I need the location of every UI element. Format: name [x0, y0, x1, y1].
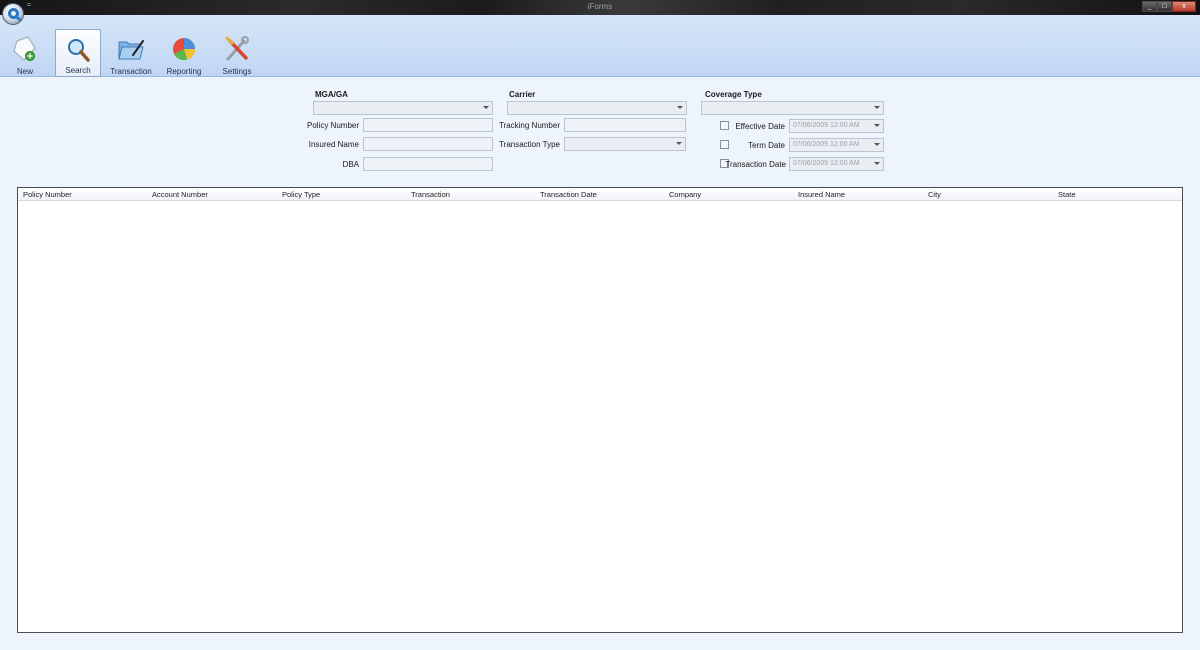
column-header-insured-name[interactable]: Insured Name [798, 190, 845, 199]
maximize-button[interactable]: □ [1157, 1, 1172, 12]
carrier-select[interactable] [507, 101, 687, 115]
chevron-down-icon [874, 143, 880, 146]
close-button[interactable]: x [1172, 1, 1196, 12]
pie-chart-icon [173, 38, 196, 61]
minimize-button[interactable]: _ [1142, 1, 1157, 12]
dba-input[interactable] [363, 157, 493, 171]
transaction-button[interactable]: Transaction [108, 29, 154, 77]
chevron-down-icon [676, 142, 682, 145]
chevron-down-icon [483, 106, 489, 109]
column-header-account-number[interactable]: Account Number [152, 190, 208, 199]
tracking-number-label: Tracking Number [498, 121, 560, 130]
transaction-type-select[interactable] [564, 137, 686, 151]
coverage-type-select[interactable] [701, 101, 884, 115]
app-logo-icon [8, 8, 19, 19]
policy-number-input[interactable] [363, 118, 493, 132]
new-label: New [16, 67, 33, 76]
search-icon [68, 39, 90, 62]
chevron-down-icon [874, 106, 880, 109]
grid-header: Policy Number Account Number Policy Type… [18, 188, 1182, 201]
dba-label: DBA [342, 160, 359, 169]
reporting-button[interactable]: Reporting [161, 29, 207, 77]
column-header-state[interactable]: State [1058, 190, 1076, 199]
coverage-type-header: Coverage Type [705, 90, 762, 99]
chevron-down-icon [874, 162, 880, 165]
policy-number-label: Policy Number [306, 121, 359, 130]
column-header-company[interactable]: Company [669, 190, 701, 199]
chevron-down-icon [874, 124, 880, 127]
tools-icon [225, 36, 249, 61]
effective-date-picker[interactable]: 07/06/2009 12:00 AM [789, 119, 884, 133]
ribbon: New Search Transaction Reporting Setting… [0, 15, 1200, 77]
results-grid[interactable]: Policy Number Account Number Policy Type… [17, 187, 1183, 633]
transaction-type-label: Transaction Type [499, 140, 560, 149]
column-header-policy-type[interactable]: Policy Type [282, 190, 320, 199]
mga-header: MGA/GA [315, 90, 348, 99]
folder-icon [118, 40, 144, 60]
settings-button[interactable]: Settings [214, 29, 260, 77]
transaction-date-picker[interactable]: 07/06/2009 12:00 AM [789, 157, 884, 171]
column-header-transaction[interactable]: Transaction [411, 190, 450, 199]
carrier-header: Carrier [509, 90, 536, 99]
insured-name-input[interactable] [363, 137, 493, 151]
term-date-label: Term Date [748, 141, 785, 150]
search-button[interactable]: Search [55, 29, 101, 77]
reporting-label: Reporting [166, 67, 202, 76]
transaction-date-value: 07/06/2009 12:00 AM [793, 160, 860, 167]
effective-date-value: 07/06/2009 12:00 AM [793, 122, 860, 129]
window-controls: _ □ x [1142, 1, 1196, 12]
term-date-value: 07/06/2009 12:00 AM [793, 141, 860, 148]
transaction-label: Transaction [110, 67, 152, 76]
chevron-down-icon [677, 106, 683, 109]
column-header-transaction-date[interactable]: Transaction Date [540, 190, 597, 199]
title-bar: = iForms _ □ x [0, 0, 1200, 15]
new-button[interactable]: New [2, 29, 48, 77]
insured-name-label: Insured Name [308, 140, 359, 149]
tracking-number-input[interactable] [564, 118, 686, 132]
effective-date-label: Effective Date [735, 122, 785, 131]
transaction-date-label: Transaction Date [725, 160, 786, 169]
window-title: iForms [587, 2, 613, 11]
term-date-picker[interactable]: 07/06/2009 12:00 AM [789, 138, 884, 152]
new-document-icon [13, 36, 36, 61]
search-label: Search [65, 66, 91, 75]
column-header-city[interactable]: City [928, 190, 941, 199]
app-menu-orb[interactable] [2, 3, 24, 25]
mga-select[interactable] [313, 101, 493, 115]
column-header-policy-number[interactable]: Policy Number [23, 190, 72, 199]
search-form: MGA/GA Policy Number Insured Name DBA Ca… [0, 78, 1200, 186]
settings-label: Settings [222, 67, 252, 76]
